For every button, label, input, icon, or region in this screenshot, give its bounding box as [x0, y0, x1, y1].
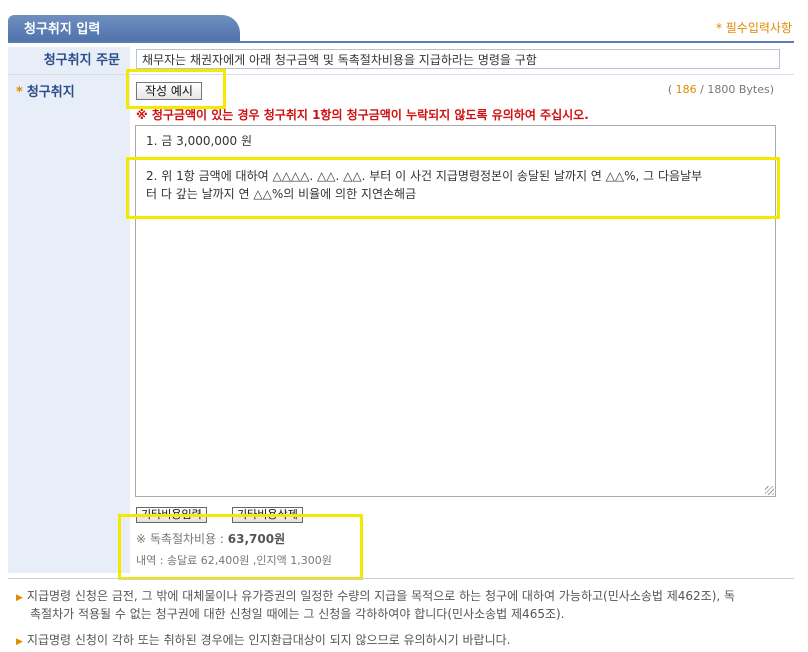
resize-handle[interactable]	[765, 486, 774, 495]
claim-label: 청구취지	[26, 85, 75, 100]
bytes-used: 186	[675, 83, 697, 96]
header-divider	[8, 41, 794, 43]
required-star: *	[16, 85, 23, 100]
section-header: 청구취지 입력 * 필수입력사항	[8, 15, 794, 43]
arrow-icon: ▶	[16, 637, 23, 647]
byte-counter: ( 186 / 1800 Bytes)	[667, 83, 774, 96]
highlight-box-example	[126, 69, 226, 109]
note-1-cont: 촉절차가 적용될 수 없는 청구권에 대한 신청일 때에는 그 신청을 각하하여…	[30, 607, 565, 621]
highlight-box-fee	[118, 514, 363, 580]
highlight-box-line2	[126, 157, 780, 219]
claim-label-cell: * 청구취지	[8, 75, 130, 573]
arrow-icon: ▶	[16, 593, 23, 603]
section-tab-title: 청구취지 입력	[8, 15, 240, 42]
order-text-field[interactable]: 채무자는 채권자에게 아래 청구금액 및 독촉절차비용을 지급하라는 명령을 구…	[136, 49, 780, 69]
note-2: ▶ 지급명령 신청이 각하 또는 취하된 경우에는 인지환급대상이 되지 않으므로…	[16, 633, 511, 647]
notes-section: ▶ 지급명령 신청은 금전, 그 밖에 대체물이나 유가증권의 일정한 수량의 지…	[8, 578, 794, 647]
required-fields-note: * 필수입력사항	[715, 21, 792, 35]
order-label: 청구취지 주문	[8, 47, 130, 74]
note-1: ▶ 지급명령 신청은 금전, 그 밖에 대체물이나 유가증권의 일정한 수량의 지…	[16, 589, 736, 603]
claim-line-1: 1. 금 3,000,000 원	[146, 134, 253, 148]
